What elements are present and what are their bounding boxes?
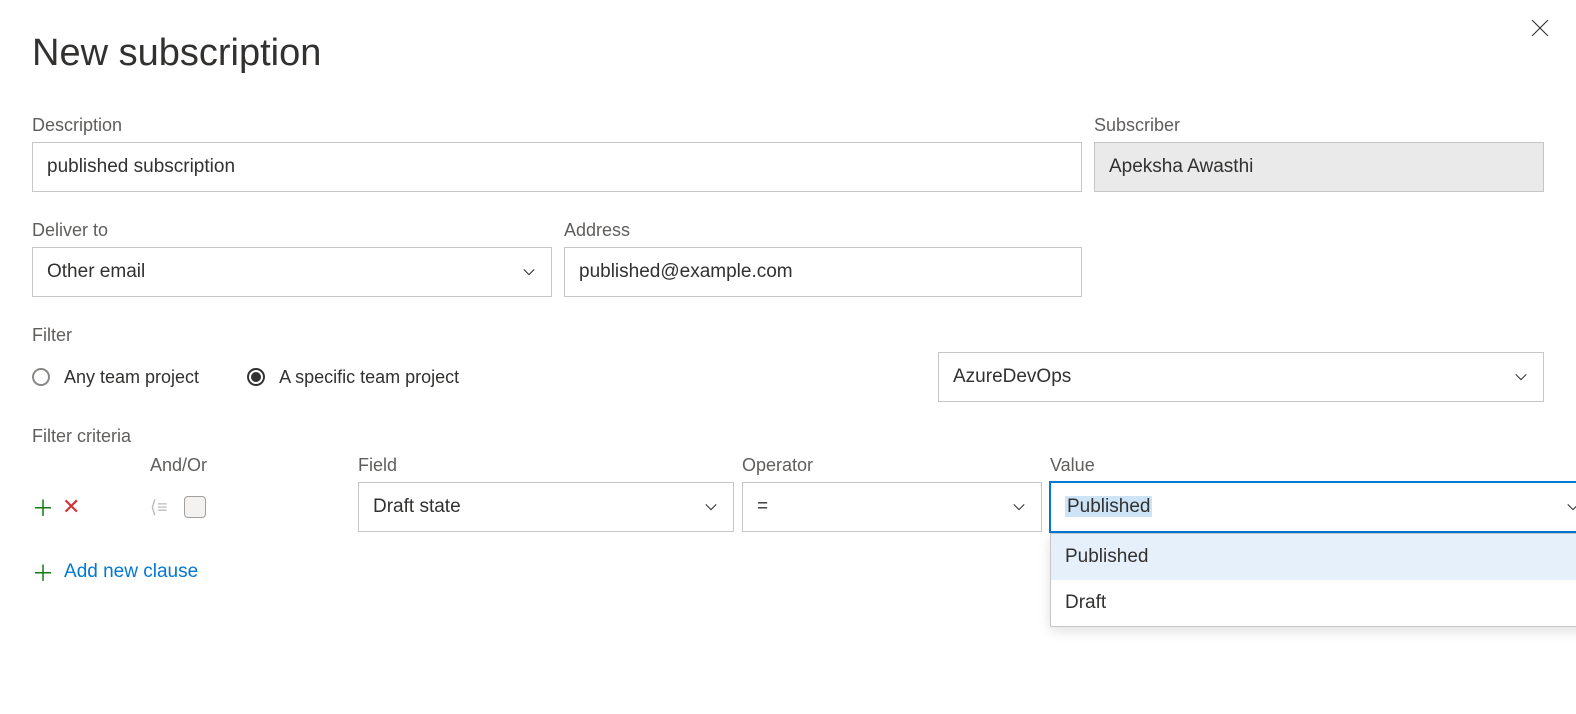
chevron-down-icon xyxy=(1011,499,1027,515)
radio-specific-label: A specific team project xyxy=(279,367,459,388)
radio-any-team-project[interactable]: Any team project xyxy=(32,367,199,388)
add-clause-icon[interactable]: ＋ xyxy=(32,491,54,523)
header-operator: Operator xyxy=(742,455,1042,476)
address-input[interactable] xyxy=(564,247,1082,297)
value-selected: Published xyxy=(1065,496,1152,518)
filter-label: Filter xyxy=(32,325,1544,346)
subscriber-field: Apeksha Awasthi xyxy=(1094,142,1544,192)
close-button[interactable] xyxy=(1528,16,1552,40)
close-icon xyxy=(1531,19,1549,37)
description-input[interactable] xyxy=(32,142,1082,192)
chevron-down-icon xyxy=(521,264,537,280)
add-new-clause-label: Add new clause xyxy=(64,561,198,583)
radio-icon xyxy=(247,368,265,386)
dialog-title: New subscription xyxy=(32,32,1544,75)
deliver-to-label: Deliver to xyxy=(32,220,552,241)
value-select[interactable]: Published Published Draft xyxy=(1050,482,1576,532)
subscriber-value: Apeksha Awasthi xyxy=(1109,156,1253,178)
operator-value: = xyxy=(757,496,768,518)
group-clauses-icon[interactable]: ⟨≡ xyxy=(150,497,168,518)
radio-specific-team-project[interactable]: A specific team project xyxy=(247,367,459,388)
operator-select[interactable]: = xyxy=(742,482,1042,532)
plus-icon: ＋ xyxy=(32,556,54,588)
header-field: Field xyxy=(358,455,734,476)
deliver-to-value: Other email xyxy=(47,261,145,283)
team-project-select[interactable]: AzureDevOps xyxy=(938,352,1544,402)
value-option-published[interactable]: Published xyxy=(1051,534,1576,580)
criteria-row: ＋ ✕ ⟨≡ Draft state = Published Publishe xyxy=(32,482,1544,532)
deliver-to-select[interactable]: Other email xyxy=(32,247,552,297)
field-select[interactable]: Draft state xyxy=(358,482,734,532)
address-label: Address xyxy=(564,220,1082,241)
chevron-down-icon xyxy=(1513,369,1529,385)
header-value: Value xyxy=(1050,455,1576,476)
radio-any-label: Any team project xyxy=(64,367,199,388)
criteria-headers: And/Or Field Operator Value xyxy=(32,455,1544,476)
filter-criteria-label: Filter criteria xyxy=(32,426,1544,447)
subscriber-label: Subscriber xyxy=(1094,115,1544,136)
new-subscription-dialog: New subscription Description Subscriber … xyxy=(0,0,1576,620)
header-andor: And/Or xyxy=(150,455,350,476)
field-value: Draft state xyxy=(373,496,461,518)
value-dropdown: Published Draft xyxy=(1050,533,1576,627)
remove-clause-icon[interactable]: ✕ xyxy=(62,494,80,520)
andor-checkbox[interactable] xyxy=(184,496,206,518)
chevron-down-icon xyxy=(703,499,719,515)
value-option-draft[interactable]: Draft xyxy=(1051,580,1576,626)
radio-icon xyxy=(32,368,50,386)
chevron-down-icon xyxy=(1565,499,1576,515)
description-label: Description xyxy=(32,115,1082,136)
team-project-value: AzureDevOps xyxy=(953,366,1071,388)
